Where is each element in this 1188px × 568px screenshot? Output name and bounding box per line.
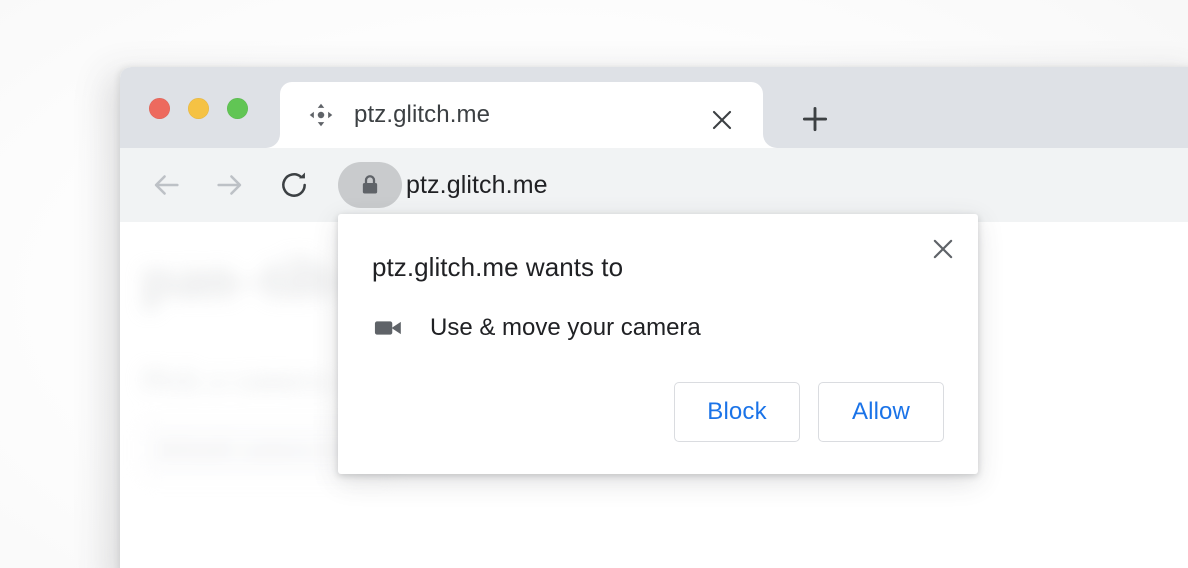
browser-tab-title: ptz.glitch.me: [354, 101, 491, 128]
window-traffic-lights: [149, 98, 248, 119]
video-camera-icon: [374, 321, 401, 335]
lock-icon: [362, 175, 378, 194]
page-subtitle: Pick a camera: [142, 362, 330, 397]
tab-close-button[interactable]: [705, 103, 739, 137]
plus-icon: [802, 106, 828, 132]
close-icon: [933, 239, 953, 259]
camera-select-value: default camera: [157, 436, 318, 463]
dialog-heading: ptz.glitch.me wants to: [372, 252, 624, 282]
close-icon: [712, 110, 732, 130]
screen: ptz.glitch.me ptz.glitch.me pan–tilt–zoo…: [0, 0, 1188, 568]
arrow-left-icon: [154, 175, 179, 195]
address-bar[interactable]: ptz.glitch.me: [338, 161, 1188, 209]
dialog-actions: Block Allow: [674, 382, 944, 442]
new-tab-button[interactable]: [796, 100, 834, 138]
block-button[interactable]: Block: [674, 382, 800, 442]
arrow-right-icon: [217, 175, 242, 195]
window-zoom-button[interactable]: [227, 98, 248, 119]
browser-tab-active[interactable]: ptz.glitch.me: [280, 82, 763, 148]
pan-tilt-directional-icon: [309, 103, 333, 127]
forward-button[interactable]: [210, 165, 250, 205]
permission-dialog: ptz.glitch.me wants to Use & move your c…: [338, 214, 978, 474]
address-bar-url: ptz.glitch.me: [406, 170, 548, 199]
chevron-down-icon: ▾: [325, 439, 335, 461]
back-button[interactable]: [146, 165, 186, 205]
site-info-button[interactable]: [338, 162, 402, 208]
dialog-close-button[interactable]: [926, 232, 960, 266]
reload-button[interactable]: [274, 165, 314, 205]
window-close-button[interactable]: [149, 98, 170, 119]
permission-item: Use & move your camera: [372, 312, 701, 344]
permission-label: Use & move your camera: [430, 314, 701, 341]
reload-icon: [282, 172, 306, 197]
window-minimize-button[interactable]: [188, 98, 209, 119]
tab-strip: ptz.glitch.me: [120, 67, 1188, 148]
browser-toolbar: ptz.glitch.me: [120, 148, 1188, 223]
allow-button[interactable]: Allow: [818, 382, 944, 442]
